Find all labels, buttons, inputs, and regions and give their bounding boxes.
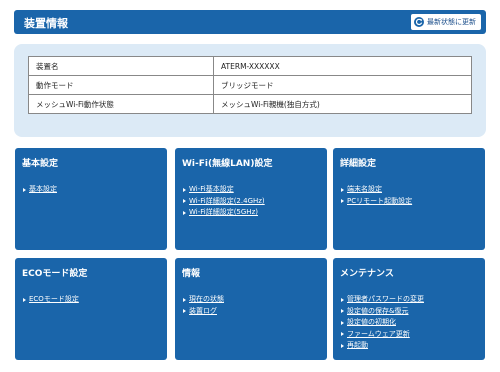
link-wifi-basic[interactable]: Wi-Fi基本設定	[189, 184, 234, 196]
table-row: 装置名 ATERM-XXXXXX	[28, 56, 472, 76]
operation-mode-label: 動作モード	[28, 75, 214, 95]
page-title: 装置情報	[24, 17, 68, 30]
link-current-status[interactable]: 現在の状態	[189, 294, 224, 306]
device-name-label: 装置名	[28, 56, 214, 76]
card-title: ECOモード設定	[22, 269, 88, 279]
link-device-log[interactable]: 装置ログ	[189, 306, 217, 318]
card-information: 情報 現在の状態 装置ログ	[175, 258, 327, 360]
device-info-table: 装置名 ATERM-XXXXXX 動作モード ブリッジモード メッシュWi-Fi…	[28, 56, 472, 114]
link-device-name-settings[interactable]: 端末名設定	[347, 184, 382, 196]
refresh-button-label: 最新状態に更新	[427, 18, 476, 26]
link-basic-settings[interactable]: 基本設定	[29, 184, 57, 196]
table-row: メッシュWi-Fi動作状態 メッシュWi-Fi親機(独自方式)	[28, 94, 472, 114]
card-title: Wi-Fi(無線LAN)設定	[182, 159, 273, 169]
card-title: 詳細設定	[340, 159, 377, 169]
link-firmware-update[interactable]: ファームウェア更新	[347, 329, 410, 341]
page-header: 装置情報 最新状態に更新	[14, 10, 486, 34]
mesh-status-value: メッシュWi-Fi親機(独自方式)	[213, 94, 472, 114]
bullet-icon	[183, 187, 186, 192]
link-wifi-detail-24ghz[interactable]: Wi-Fi詳細設定(2.4GHz)	[189, 196, 265, 208]
bullet-icon	[341, 297, 344, 302]
mesh-status-label: メッシュWi-Fi動作状態	[28, 94, 214, 114]
link-wifi-detail-5ghz[interactable]: Wi-Fi詳細設定(5GHz)	[189, 207, 258, 219]
link-factory-reset[interactable]: 設定値の初期化	[347, 317, 396, 329]
card-wifi-settings: Wi-Fi(無線LAN)設定 Wi-Fi基本設定 Wi-Fi詳細設定(2.4GH…	[175, 148, 327, 250]
table-row: 動作モード ブリッジモード	[28, 75, 472, 95]
bullet-icon	[183, 199, 186, 204]
device-info-panel: 装置名 ATERM-XXXXXX 動作モード ブリッジモード メッシュWi-Fi…	[14, 44, 486, 137]
bullet-icon	[183, 210, 186, 215]
link-change-admin-password[interactable]: 管理者パスワードの変更	[347, 294, 424, 306]
link-backup-restore[interactable]: 設定値の保存&復元	[347, 306, 408, 318]
card-title: 情報	[182, 269, 201, 279]
card-advanced-settings: 詳細設定 端末名設定 PCリモート起動設定	[333, 148, 485, 250]
refresh-button[interactable]: 最新状態に更新	[411, 14, 481, 30]
device-name-value: ATERM-XXXXXX	[213, 56, 472, 76]
refresh-icon	[414, 17, 424, 27]
card-title: 基本設定	[22, 159, 59, 169]
bullet-icon	[341, 187, 344, 192]
link-reboot[interactable]: 再起動	[347, 340, 368, 352]
card-eco-mode: ECOモード設定 ECOモード設定	[15, 258, 167, 360]
bullet-icon	[23, 297, 26, 302]
card-maintenance: メンテナンス 管理者パスワードの変更 設定値の保存&復元 設定値の初期化 ファー…	[333, 258, 485, 360]
bullet-icon	[23, 187, 26, 192]
bullet-icon	[341, 199, 344, 204]
bullet-icon	[341, 332, 344, 337]
operation-mode-value: ブリッジモード	[213, 75, 472, 95]
bullet-icon	[341, 309, 344, 314]
bullet-icon	[183, 297, 186, 302]
link-pc-remote-wake[interactable]: PCリモート起動設定	[347, 196, 412, 208]
card-title: メンテナンス	[340, 269, 394, 279]
card-basic-settings: 基本設定 基本設定	[15, 148, 167, 250]
bullet-icon	[341, 343, 344, 348]
bullet-icon	[341, 320, 344, 325]
bullet-icon	[183, 309, 186, 314]
link-eco-mode-settings[interactable]: ECOモード設定	[29, 294, 79, 306]
